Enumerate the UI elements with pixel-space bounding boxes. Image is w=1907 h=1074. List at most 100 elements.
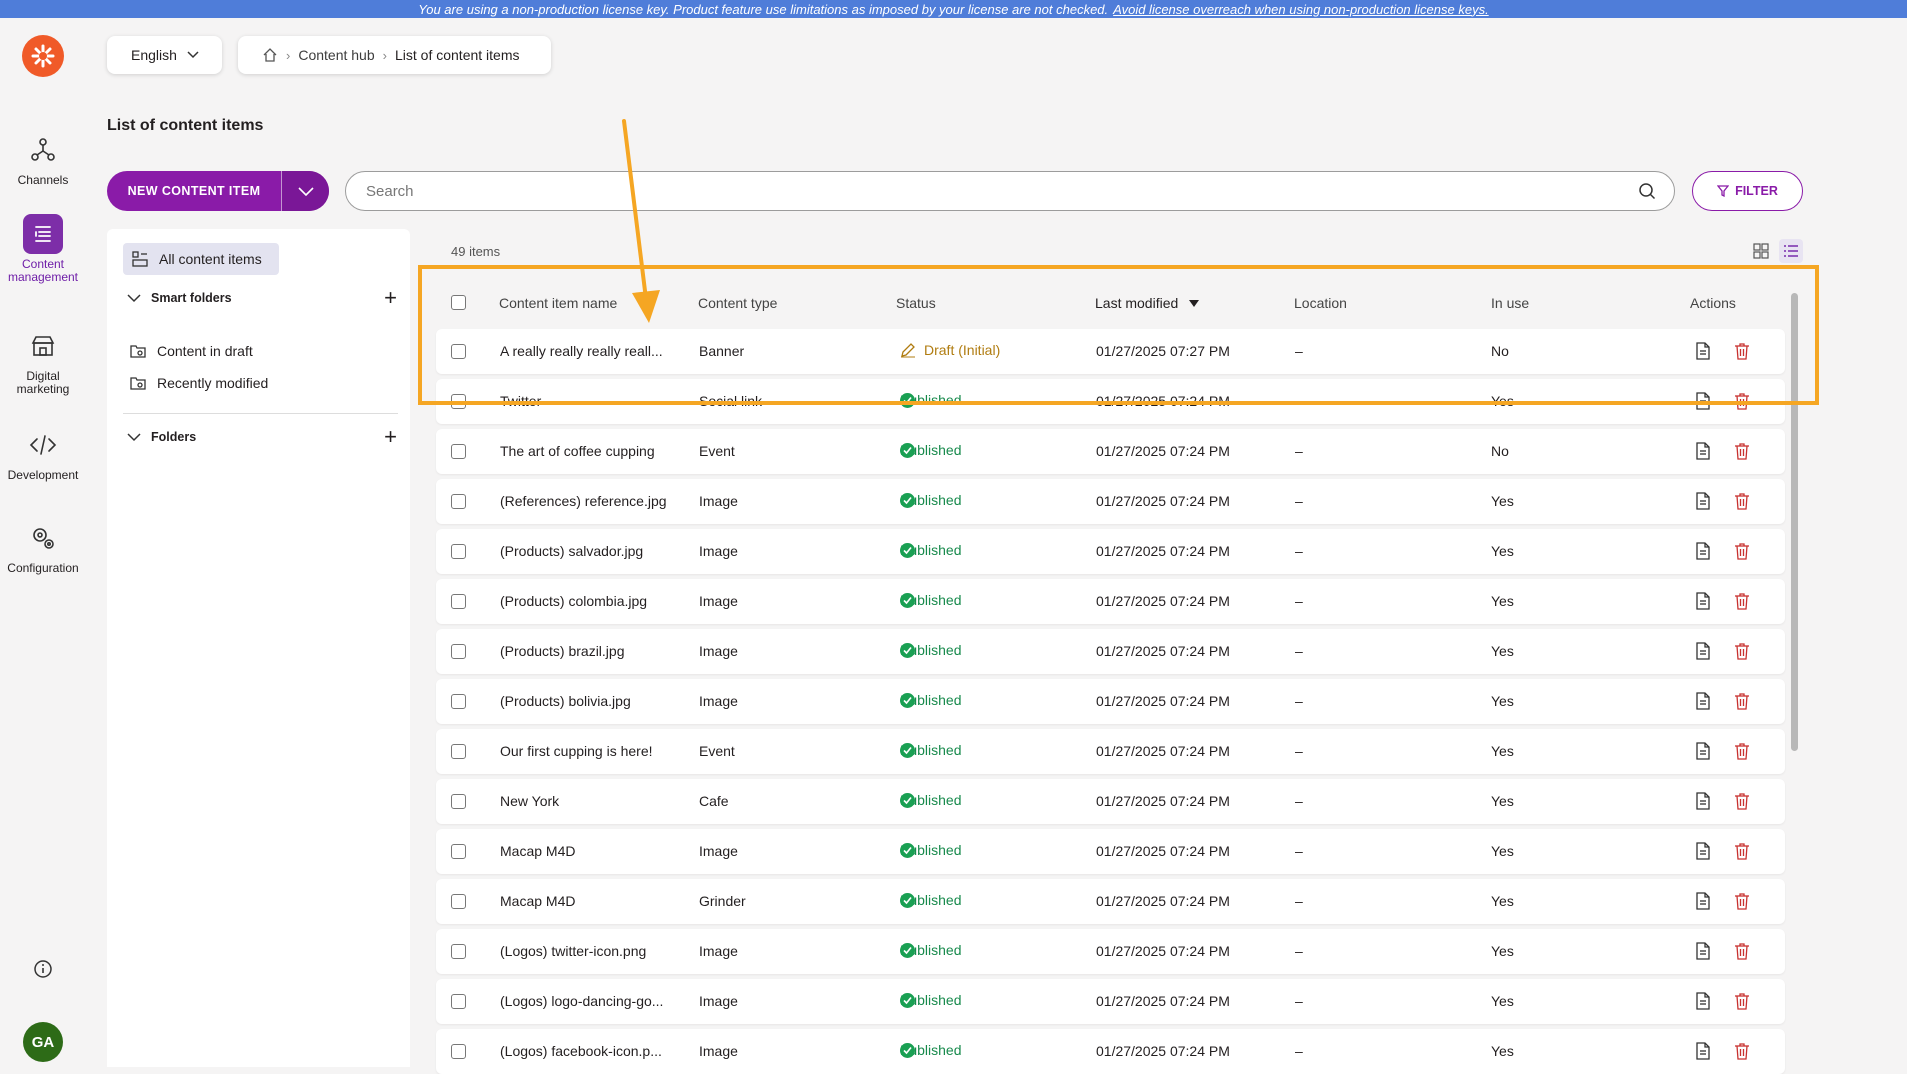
add-smart-folder-icon[interactable]: + <box>384 287 397 309</box>
item-name[interactable]: Macap M4D <box>500 843 575 859</box>
kentico-logo[interactable] <box>22 35 64 77</box>
properties-icon[interactable] <box>1695 1042 1711 1063</box>
item-name[interactable]: Macap M4D <box>500 893 575 909</box>
row-checkbox[interactable] <box>451 994 466 1009</box>
nav-channels[interactable]: Channels <box>0 130 86 187</box>
delete-icon[interactable] <box>1734 492 1750 513</box>
delete-icon[interactable] <box>1734 592 1750 613</box>
item-name[interactable]: (Products) salvador.jpg <box>500 543 643 559</box>
column-name[interactable]: Content item name <box>499 295 617 311</box>
row-checkbox[interactable] <box>451 944 466 959</box>
all-content-items[interactable]: All content items <box>123 243 279 275</box>
table-row[interactable]: (Products) salvador.jpg Image Published 01/… <box>436 529 1785 574</box>
search-input[interactable] <box>364 181 1638 201</box>
item-name[interactable]: (References) reference.jpg <box>500 493 667 509</box>
properties-icon[interactable] <box>1695 392 1711 413</box>
properties-icon[interactable] <box>1695 342 1711 363</box>
row-checkbox[interactable] <box>451 744 466 759</box>
delete-icon[interactable] <box>1734 442 1750 463</box>
table-row[interactable]: (Logos) facebook-icon.p... Image Published… <box>436 1029 1785 1074</box>
table-row[interactable]: A really really really reall... Banner Dra… <box>436 329 1785 374</box>
delete-icon[interactable] <box>1734 642 1750 663</box>
item-name[interactable]: (Logos) logo-dancing-go... <box>500 993 663 1009</box>
table-row[interactable]: Twitter Social link Published 01/27/2025 07… <box>436 379 1785 424</box>
home-icon[interactable] <box>262 47 278 63</box>
scrollbar-thumb[interactable] <box>1791 293 1798 751</box>
table-row[interactable]: New York Cafe Published 01/27/2025 07:24 PM… <box>436 779 1785 824</box>
delete-icon[interactable] <box>1734 692 1750 713</box>
row-checkbox[interactable] <box>451 394 466 409</box>
properties-icon[interactable] <box>1695 442 1711 463</box>
table-row[interactable]: (References) reference.jpg Image Published… <box>436 479 1785 524</box>
properties-icon[interactable] <box>1695 842 1711 863</box>
add-folder-icon[interactable]: + <box>384 426 397 448</box>
table-row[interactable]: Macap M4D Image Published 01/27/2025 07:24 … <box>436 829 1785 874</box>
item-name[interactable]: Our first cupping is here! <box>500 743 653 759</box>
row-checkbox[interactable] <box>451 344 466 359</box>
delete-icon[interactable] <box>1734 792 1750 813</box>
properties-icon[interactable] <box>1695 942 1711 963</box>
info-icon[interactable] <box>32 958 54 985</box>
column-location[interactable]: Location <box>1294 295 1347 311</box>
select-all-checkbox[interactable] <box>451 295 466 310</box>
delete-icon[interactable] <box>1734 942 1750 963</box>
delete-icon[interactable] <box>1734 992 1750 1013</box>
nav-configuration[interactable]: Configuration <box>0 518 86 575</box>
properties-icon[interactable] <box>1695 542 1711 563</box>
delete-icon[interactable] <box>1734 892 1750 913</box>
folders-header[interactable]: Folders + <box>127 426 397 448</box>
breadcrumb-content-hub[interactable]: Content hub <box>298 47 374 63</box>
search-icon[interactable] <box>1638 182 1656 200</box>
item-name[interactable]: The art of coffee cupping <box>500 443 655 459</box>
table-row[interactable]: Our first cupping is here! Event Published… <box>436 729 1785 774</box>
delete-icon[interactable] <box>1734 542 1750 563</box>
delete-icon[interactable] <box>1734 742 1750 763</box>
item-name[interactable]: (Logos) twitter-icon.png <box>500 943 646 959</box>
nav-content-management[interactable]: Content management <box>0 214 86 284</box>
column-last-modified[interactable]: Last modified <box>1095 295 1200 311</box>
properties-icon[interactable] <box>1695 492 1711 513</box>
row-checkbox[interactable] <box>451 444 466 459</box>
table-row[interactable]: (Logos) twitter-icon.png Image Published 01… <box>436 929 1785 974</box>
nav-development[interactable]: Development <box>0 425 86 482</box>
user-avatar[interactable]: GA <box>23 1022 63 1062</box>
table-row[interactable]: (Logos) logo-dancing-go... Image Published… <box>436 979 1785 1024</box>
properties-icon[interactable] <box>1695 742 1711 763</box>
item-name[interactable]: Twitter <box>500 393 541 409</box>
table-row[interactable]: (Products) brazil.jpg Image Published 01/27… <box>436 629 1785 674</box>
item-name[interactable]: (Products) brazil.jpg <box>500 643 625 659</box>
item-name[interactable]: (Products) bolivia.jpg <box>500 693 631 709</box>
grid-view-icon[interactable] <box>1751 241 1771 261</box>
table-row[interactable]: (Products) colombia.jpg Image Published 01/… <box>436 579 1785 624</box>
row-checkbox[interactable] <box>451 594 466 609</box>
row-checkbox[interactable] <box>451 794 466 809</box>
column-in-use[interactable]: In use <box>1491 295 1529 311</box>
row-checkbox[interactable] <box>451 1044 466 1059</box>
smart-folder-item[interactable]: Content in draft <box>129 342 253 360</box>
row-checkbox[interactable] <box>451 844 466 859</box>
nav-digital-marketing[interactable]: Digital marketing <box>0 326 86 396</box>
item-name[interactable]: (Products) colombia.jpg <box>500 593 647 609</box>
filter-button[interactable]: FILTER <box>1692 171 1803 211</box>
table-row[interactable]: The art of coffee cupping Event Published 0… <box>436 429 1785 474</box>
properties-icon[interactable] <box>1695 592 1711 613</box>
new-content-item-dropdown[interactable] <box>281 171 329 211</box>
delete-icon[interactable] <box>1734 392 1750 413</box>
table-row[interactable]: Macap M4D Grinder Published 01/27/2025 07:2… <box>436 879 1785 924</box>
smart-folder-item[interactable]: Recently modified <box>129 374 268 392</box>
item-name[interactable]: New York <box>500 793 559 809</box>
language-selector[interactable]: English <box>107 36 222 74</box>
properties-icon[interactable] <box>1695 892 1711 913</box>
delete-icon[interactable] <box>1734 842 1750 863</box>
properties-icon[interactable] <box>1695 642 1711 663</box>
properties-icon[interactable] <box>1695 792 1711 813</box>
column-status[interactable]: Status <box>896 295 936 311</box>
new-content-item-button[interactable]: NEW CONTENT ITEM <box>107 171 329 211</box>
properties-icon[interactable] <box>1695 692 1711 713</box>
table-row[interactable]: (Products) bolivia.jpg Image Published 01/2… <box>436 679 1785 724</box>
row-checkbox[interactable] <box>451 894 466 909</box>
row-checkbox[interactable] <box>451 694 466 709</box>
item-name[interactable]: (Logos) facebook-icon.p... <box>500 1043 662 1059</box>
row-checkbox[interactable] <box>451 544 466 559</box>
list-view-icon[interactable] <box>1779 239 1803 263</box>
